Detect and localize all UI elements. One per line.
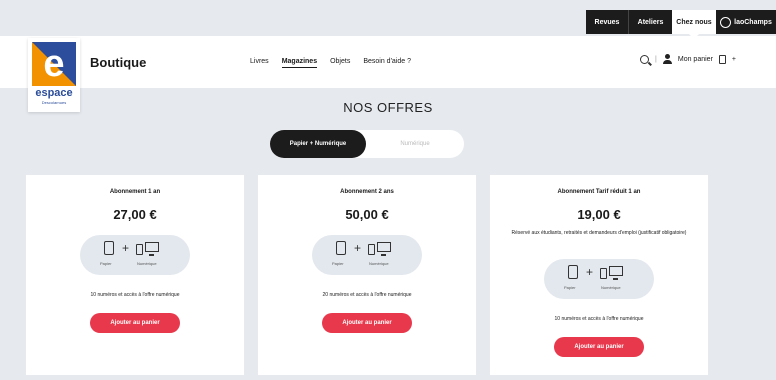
- nav-item-aide[interactable]: Besoin d'aide ?: [363, 58, 411, 68]
- topbar-power-link[interactable]: laoChamps: [716, 10, 776, 34]
- logo-subtitle: Descolarnues: [41, 100, 67, 105]
- top-utility-bar: Revues Ateliers Chez nous laoChamps: [586, 10, 776, 39]
- numerique-caption: Numérique: [601, 285, 621, 290]
- cart-count: +: [731, 55, 736, 63]
- plus-sign: +: [122, 241, 130, 255]
- offer-price: 19,00 €: [577, 207, 621, 222]
- power-label: laoChamps: [734, 18, 772, 26]
- topbar-link-revues[interactable]: Revues: [586, 10, 628, 34]
- offer-eligibility-note: Réservé aux étudiants, retraités et dema…: [511, 230, 687, 236]
- monitor-icon: [609, 266, 623, 280]
- numerique-caption: Numérique: [137, 261, 157, 266]
- nav-item-livres[interactable]: Livres: [250, 58, 269, 68]
- user-icon[interactable]: [662, 54, 672, 64]
- search-icon[interactable]: [640, 54, 650, 64]
- monitor-icon: [377, 242, 391, 256]
- numerique-caption: Numérique: [369, 261, 389, 266]
- plus-sign: +: [586, 265, 594, 279]
- device-pill: + Papier Numérique: [312, 235, 422, 275]
- phone-icon: [368, 244, 375, 255]
- add-to-cart-button[interactable]: Ajouter au panier: [554, 337, 644, 357]
- toggle-papier-numerique[interactable]: Papier + Numérique: [270, 130, 366, 158]
- offer-title: Abonnement Tarif réduit 1 an: [557, 189, 641, 195]
- offer-card: Abonnement 1 an 27,00 € + Papier Numériq…: [26, 175, 244, 375]
- brand-title: Boutique: [90, 55, 147, 70]
- offer-price: 27,00 €: [113, 207, 157, 222]
- plus-sign: +: [354, 241, 362, 255]
- nav-item-magazines[interactable]: Magazines: [281, 58, 318, 68]
- offer-price: 50,00 €: [345, 207, 389, 222]
- offer-description: 10 numéros et accès à l'offre numérique: [90, 292, 180, 298]
- logo-letter: e: [43, 43, 65, 85]
- offer-format-toggle: Papier + Numérique Numérique: [270, 130, 464, 158]
- papier-caption: Papier: [564, 285, 576, 290]
- tablet-icon: [336, 241, 346, 255]
- offer-title: Abonnement 2 ans: [340, 189, 394, 195]
- cart-icon[interactable]: [718, 54, 726, 64]
- tablet-icon: [568, 265, 578, 279]
- espace-logo[interactable]: e espace Descolarnues: [28, 38, 80, 112]
- offer-title: Abonnement 1 an: [109, 189, 161, 195]
- header-actions: | Mon panier +: [640, 54, 736, 64]
- papier-caption: Papier: [100, 261, 112, 266]
- device-pill: + Papier Numérique: [544, 259, 654, 299]
- offer-description: 20 numéros et accès à l'offre numérique: [322, 292, 412, 298]
- logo-word: espace: [35, 87, 73, 99]
- add-to-cart-button[interactable]: Ajouter au panier: [322, 313, 412, 333]
- device-pill: + Papier Numérique: [80, 235, 190, 275]
- topbar-link-ateliers[interactable]: Ateliers: [628, 10, 672, 34]
- logo-mark: e: [32, 42, 76, 86]
- papier-caption: Papier: [332, 261, 344, 266]
- phone-icon: [136, 244, 143, 255]
- offer-description: 10 numéros et accès à l'offre numérique: [554, 316, 644, 322]
- phone-icon: [600, 268, 607, 279]
- nav-item-objets[interactable]: Objets: [330, 58, 350, 68]
- power-icon: [720, 16, 732, 28]
- header-separator: |: [655, 55, 657, 63]
- add-to-cart-button[interactable]: Ajouter au panier: [90, 313, 180, 333]
- toggle-numerique[interactable]: Numérique: [366, 130, 464, 158]
- offer-card: Abonnement 2 ans 50,00 € + Papier Numéri…: [258, 175, 476, 375]
- topbar-link-chez-nous[interactable]: Chez nous: [672, 10, 716, 39]
- offer-card: Abonnement Tarif réduit 1 an 19,00 € Rés…: [490, 175, 708, 375]
- section-title: NOS OFFRES: [343, 100, 433, 115]
- main-nav: Livres Magazines Objets Besoin d'aide ?: [250, 58, 411, 68]
- tablet-icon: [104, 241, 114, 255]
- cart-label[interactable]: Mon panier: [678, 56, 713, 63]
- monitor-icon: [145, 242, 159, 256]
